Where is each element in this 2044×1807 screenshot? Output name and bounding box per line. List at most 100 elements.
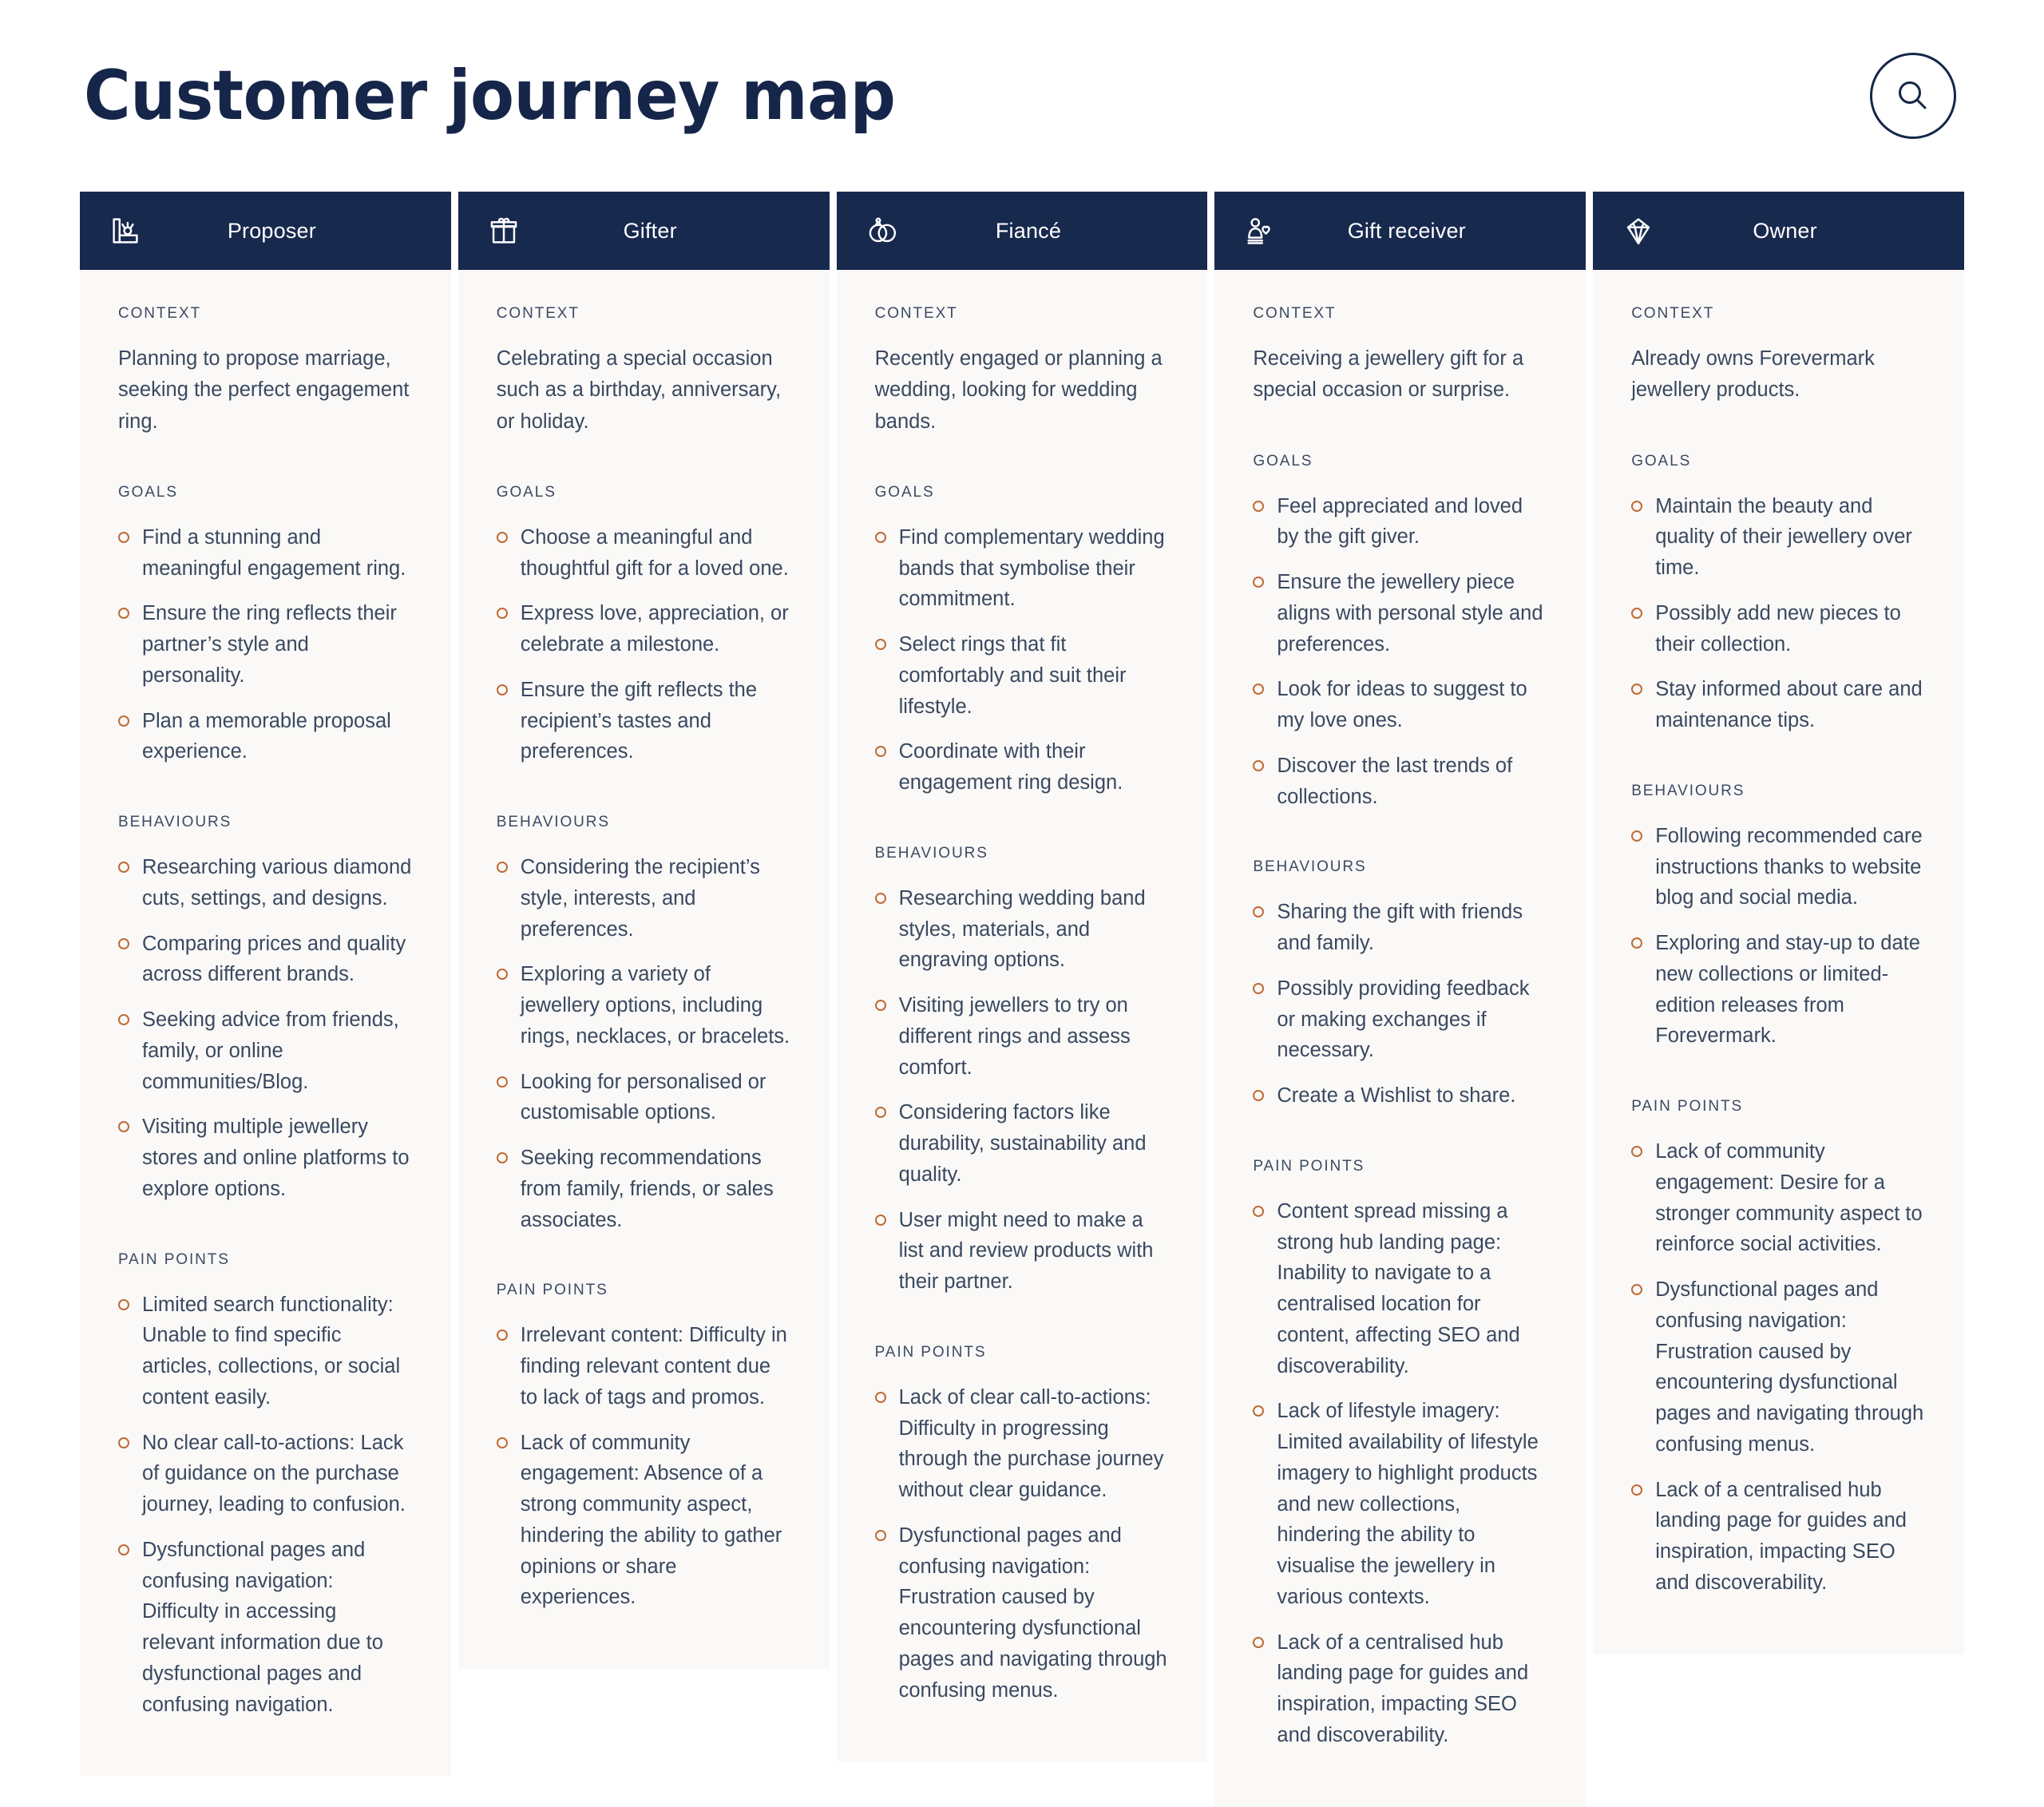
page-title: Customer journey map (84, 56, 896, 136)
bullet-circle-icon (874, 746, 886, 758)
list-item-text: Discover the last trends of collections. (1277, 754, 1513, 808)
pain-points-heading: PAIN POINTS (1253, 1157, 1365, 1175)
list-item: Researching various diamond cuts, settin… (118, 852, 413, 914)
bullet-circle-icon (1631, 500, 1643, 512)
list-item-text: Express love, appreciation, or celebrate… (520, 602, 789, 656)
bullet-circle-icon (118, 531, 129, 543)
list-item-text: Choose a meaningful and thoughtful gift … (520, 525, 789, 580)
person-heart-icon (1242, 212, 1278, 249)
list-item-text: Stay informed about care and maintenance… (1655, 678, 1923, 732)
list-item: Find a stunning and meaningful engagemen… (118, 522, 413, 585)
column-header[interactable]: Owner (1593, 192, 1964, 270)
bullet-circle-icon (1253, 1205, 1265, 1217)
pain-points-heading: PAIN POINTS (118, 1250, 230, 1268)
list-item: Lack of a centralised hub landing page f… (1253, 1627, 1547, 1751)
bullet-circle-icon (496, 1076, 508, 1088)
bullet-circle-icon (1631, 1146, 1643, 1158)
pain-points-section: PAIN POINTS Limited search functionality… (118, 1251, 413, 1721)
bullet-circle-icon (1631, 684, 1643, 695)
list-item: Choose a meaningful and thoughtful gift … (496, 522, 791, 585)
gift-box-icon (485, 212, 522, 249)
list-item: Lack of a centralised hub landing page f… (1631, 1475, 1926, 1599)
list-item: Considering factors like durability, sus… (874, 1097, 1170, 1190)
behaviours-section: BEHAVIOURS Considering the recipient’s s… (496, 814, 791, 1235)
behaviours-list: Considering the recipient’s style, inter… (496, 852, 791, 1235)
list-item: Create a Wishlist to share. (1253, 1080, 1547, 1112)
bullet-circle-icon (496, 1152, 508, 1164)
list-item-text: Lack of lifestyle imagery: Limited avail… (1277, 1400, 1539, 1608)
bullet-circle-icon (496, 608, 508, 620)
goals-heading: GOALS (496, 483, 557, 501)
list-item-text: Exploring and stay-up to date new collec… (1655, 932, 1920, 1048)
list-item-text: Researching various diamond cuts, settin… (142, 856, 412, 909)
bullet-circle-icon (496, 684, 508, 695)
persona-label: Owner (1753, 218, 1817, 243)
column-body: CONTEXT Recently engaged or planning a w… (836, 270, 1208, 1762)
list-item-text: Dysfunctional pages and confusing naviga… (142, 1538, 383, 1716)
bullet-circle-icon (496, 862, 508, 874)
goals-heading: GOALS (1631, 452, 1692, 470)
list-item: Visiting jewellers to try on different r… (874, 990, 1170, 1083)
list-item-text: Find complementary wedding bands that sy… (898, 525, 1165, 611)
journey-column-owner: Owner CONTEXT Already owns Forevermark j… (1593, 192, 1964, 1654)
goals-heading: GOALS (1253, 452, 1313, 470)
goals-list: Feel appreciated and loved by the gift g… (1253, 491, 1547, 813)
bullet-circle-icon (1253, 1405, 1265, 1417)
column-body: CONTEXT Receiving a jewellery gift for a… (1214, 270, 1586, 1807)
goals-list: Maintain the beauty and quality of their… (1631, 491, 1926, 736)
list-item: Maintain the beauty and quality of their… (1631, 491, 1926, 584)
list-item-text: Content spread missing a strong hub land… (1277, 1199, 1520, 1377)
behaviours-list: Sharing the gift with friends and family… (1253, 897, 1547, 1112)
list-item: Exploring a variety of jewellery options… (496, 959, 791, 1052)
bullet-circle-icon (1631, 937, 1643, 949)
pain-points-list: Limited search functionality: Unable to … (118, 1290, 413, 1721)
context-section: CONTEXT Celebrating a special occasion s… (497, 305, 791, 438)
search-button[interactable] (1870, 53, 1956, 139)
column-header[interactable]: Gift receiver (1214, 192, 1586, 270)
list-item-text: Maintain the beauty and quality of their… (1655, 494, 1912, 580)
list-item: Looking for personalised or customisable… (496, 1067, 791, 1129)
list-item-text: Ensure the ring reflects their partner’s… (142, 602, 397, 687)
list-item: User might need to make a list and revie… (874, 1205, 1170, 1298)
list-item-text: Irrelevant content: Difficulty in findin… (520, 1324, 787, 1409)
behaviours-section: BEHAVIOURS Researching wedding band styl… (874, 844, 1170, 1298)
column-header[interactable]: Gifter (458, 192, 830, 270)
list-item: Visiting multiple jewellery stores and o… (118, 1112, 413, 1204)
persona-label: Fiancé (995, 218, 1062, 243)
list-item-text: Seeking advice from friends, family, or … (142, 1009, 399, 1093)
bullet-circle-icon (874, 1000, 886, 1012)
list-item: Select rings that fit comfortably and su… (874, 629, 1170, 722)
list-item-text: Lack of community engagement: Desire for… (1655, 1140, 1923, 1256)
list-item-text: Considering factors like durability, sus… (898, 1101, 1147, 1186)
bullet-circle-icon (874, 1214, 886, 1226)
context-section: CONTEXT Receiving a jewellery gift for a… (1253, 305, 1547, 406)
column-header[interactable]: Fiancé (836, 192, 1208, 270)
list-item-text: Dysfunctional pages and confusing naviga… (898, 1524, 1167, 1702)
bullet-circle-icon (1631, 1284, 1643, 1296)
list-item: Comparing prices and quality across diff… (118, 929, 413, 991)
goals-list: Choose a meaningful and thoughtful gift … (496, 522, 791, 767)
list-item-text: Lack of a centralised hub landing page f… (1277, 1631, 1529, 1746)
customer-journey-map-page: Customer journey map Proposer CONTEXT Pl… (0, 0, 2044, 1807)
context-section: CONTEXT Already owns Forevermark jewelle… (1631, 305, 1926, 406)
bullet-circle-icon (1253, 577, 1265, 588)
behaviours-heading: BEHAVIOURS (874, 844, 988, 862)
column-header[interactable]: Proposer (80, 192, 451, 270)
list-item: Stay informed about care and maintenance… (1631, 674, 1926, 736)
context-heading: CONTEXT (496, 305, 580, 322)
page-header: Customer journey map (80, 0, 1964, 192)
list-item-text: Select rings that fit comfortably and su… (898, 633, 1127, 718)
list-item: Exploring and stay-up to date new collec… (1631, 928, 1926, 1052)
pain-points-list: Lack of clear call-to-actions: Difficult… (874, 1382, 1170, 1706)
journey-column-gift-receiver: Gift receiver CONTEXT Receiving a jewell… (1214, 192, 1586, 1807)
pain-points-list: Lack of community engagement: Desire for… (1631, 1136, 1926, 1599)
list-item: Possibly providing feedback or making ex… (1253, 973, 1547, 1066)
bullet-circle-icon (874, 1529, 886, 1541)
bullet-circle-icon (118, 862, 129, 874)
list-item: Dysfunctional pages and confusing naviga… (1631, 1274, 1926, 1460)
bullet-circle-icon (118, 715, 129, 727)
bullet-circle-icon (1631, 607, 1643, 619)
list-item-text: Following recommended care instructions … (1655, 824, 1923, 909)
list-item-text: Sharing the gift with friends and family… (1277, 901, 1523, 955)
list-item: Feel appreciated and loved by the gift g… (1253, 491, 1547, 553)
